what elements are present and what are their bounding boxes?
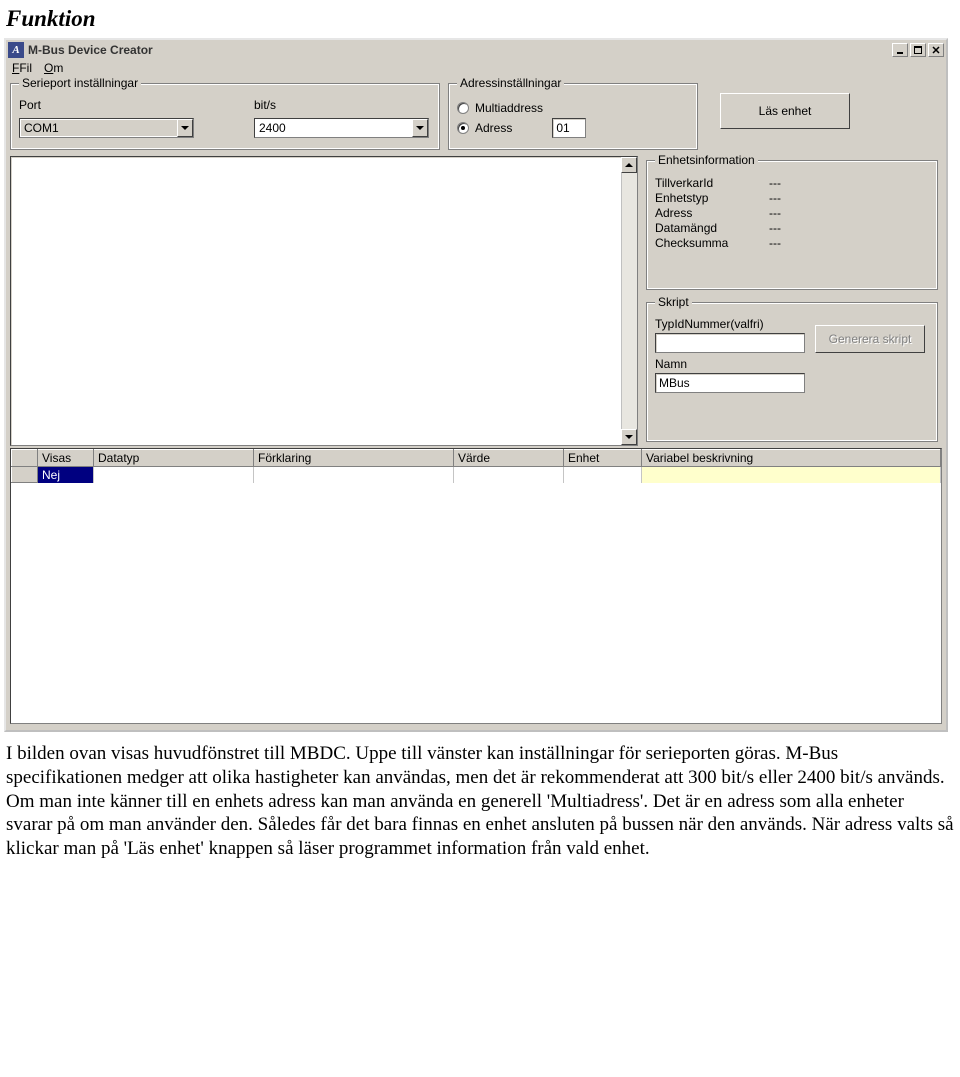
maximize-button[interactable]	[910, 43, 926, 57]
cell-datatyp[interactable]	[94, 467, 254, 483]
cell-varbesk[interactable]	[642, 467, 941, 483]
scrollbar[interactable]	[621, 157, 637, 445]
cell-enhet[interactable]	[564, 467, 642, 483]
name-input[interactable]	[655, 373, 805, 393]
col-varde[interactable]: Värde	[454, 450, 564, 467]
script-legend: Skript	[655, 295, 692, 309]
minimize-button[interactable]	[892, 43, 908, 57]
baud-value: 2400	[255, 119, 412, 137]
info-checksum-value: ---	[765, 236, 785, 250]
output-listbox[interactable]	[10, 156, 638, 446]
cell-forklaring[interactable]	[254, 467, 454, 483]
radio-address-label: Adress	[475, 121, 512, 135]
minimize-icon	[896, 46, 904, 54]
menu-file[interactable]: FFilFil	[12, 61, 32, 75]
close-icon	[932, 46, 940, 54]
chevron-down-icon[interactable]	[412, 119, 428, 137]
col-datatyp[interactable]: Datatyp	[94, 450, 254, 467]
doc-heading: Funktion	[6, 6, 960, 32]
info-address-label: Adress	[655, 206, 765, 220]
maximize-icon	[914, 46, 922, 54]
address-group: Adressinställningar Multiaddress Adress	[448, 83, 698, 150]
cell-visas[interactable]: Nej	[38, 467, 94, 483]
col-forklaring[interactable]: Förklaring	[254, 450, 454, 467]
serial-group: Serieport inställningar Port COM1 bit/s …	[10, 83, 440, 150]
port-combo[interactable]: COM1	[19, 118, 194, 138]
window-title: M-Bus Device Creator	[28, 43, 890, 57]
top-panel: Serieport inställningar Port COM1 bit/s …	[6, 79, 946, 154]
info-manufacturer-value: ---	[765, 176, 785, 190]
data-grid[interactable]: Visas Datatyp Förklaring Värde Enhet Var…	[10, 448, 942, 724]
col-enhet[interactable]: Enhet	[564, 450, 642, 467]
radio-multiaddress-label: Multiaddress	[475, 101, 543, 115]
info-datasize-value: ---	[765, 221, 785, 235]
baud-label: bit/s	[254, 98, 429, 112]
info-address-value: ---	[765, 206, 785, 220]
address-legend: Adressinställningar	[457, 76, 564, 90]
typeid-input[interactable]	[655, 333, 805, 353]
scroll-up-icon[interactable]	[621, 157, 637, 173]
row-header[interactable]	[12, 467, 38, 483]
info-manufacturer-label: TillverkarId	[655, 176, 765, 190]
cell-varde[interactable]	[454, 467, 564, 483]
script-group: Skript TypIdNummer(valfri) Generera skri…	[646, 302, 938, 442]
chevron-down-icon[interactable]	[177, 119, 193, 137]
radio-multiaddress[interactable]	[457, 102, 469, 114]
port-label: Port	[19, 98, 194, 112]
device-info-legend: Enhetsinformation	[655, 153, 758, 167]
doc-body: I bilden ovan visas huvudfönstret till M…	[6, 742, 954, 861]
info-checksum-label: Checksumma	[655, 236, 765, 250]
table-row[interactable]: Nej	[12, 467, 941, 483]
port-value: COM1	[20, 119, 177, 137]
col-varbesk[interactable]: Variabel beskrivning	[642, 450, 941, 467]
scroll-down-icon[interactable]	[621, 429, 637, 445]
close-button[interactable]	[928, 43, 944, 57]
info-devtype-value: ---	[765, 191, 785, 205]
menu-about[interactable]: Om	[44, 61, 63, 75]
radio-address[interactable]	[457, 122, 469, 134]
read-device-button[interactable]: Läs enhet	[720, 93, 850, 129]
device-info-group: Enhetsinformation TillverkarId--- Enhets…	[646, 160, 938, 290]
serial-legend: Serieport inställningar	[19, 76, 141, 90]
address-input[interactable]	[552, 118, 586, 138]
info-datasize-label: Datamängd	[655, 221, 765, 235]
info-devtype-label: Enhetstyp	[655, 191, 765, 205]
name-label: Namn	[655, 357, 805, 371]
generate-script-button[interactable]: Generera skript	[815, 325, 925, 353]
col-visas[interactable]: Visas	[38, 450, 94, 467]
titlebar: A M-Bus Device Creator	[6, 40, 946, 59]
baud-combo[interactable]: 2400	[254, 118, 429, 138]
app-window: A M-Bus Device Creator FFilFil Om // (me…	[4, 38, 948, 732]
middle-panel: Enhetsinformation TillverkarId--- Enhets…	[10, 156, 942, 446]
app-icon: A	[8, 42, 24, 58]
grid-corner[interactable]	[12, 450, 38, 467]
typeid-label: TypIdNummer(valfri)	[655, 317, 805, 331]
